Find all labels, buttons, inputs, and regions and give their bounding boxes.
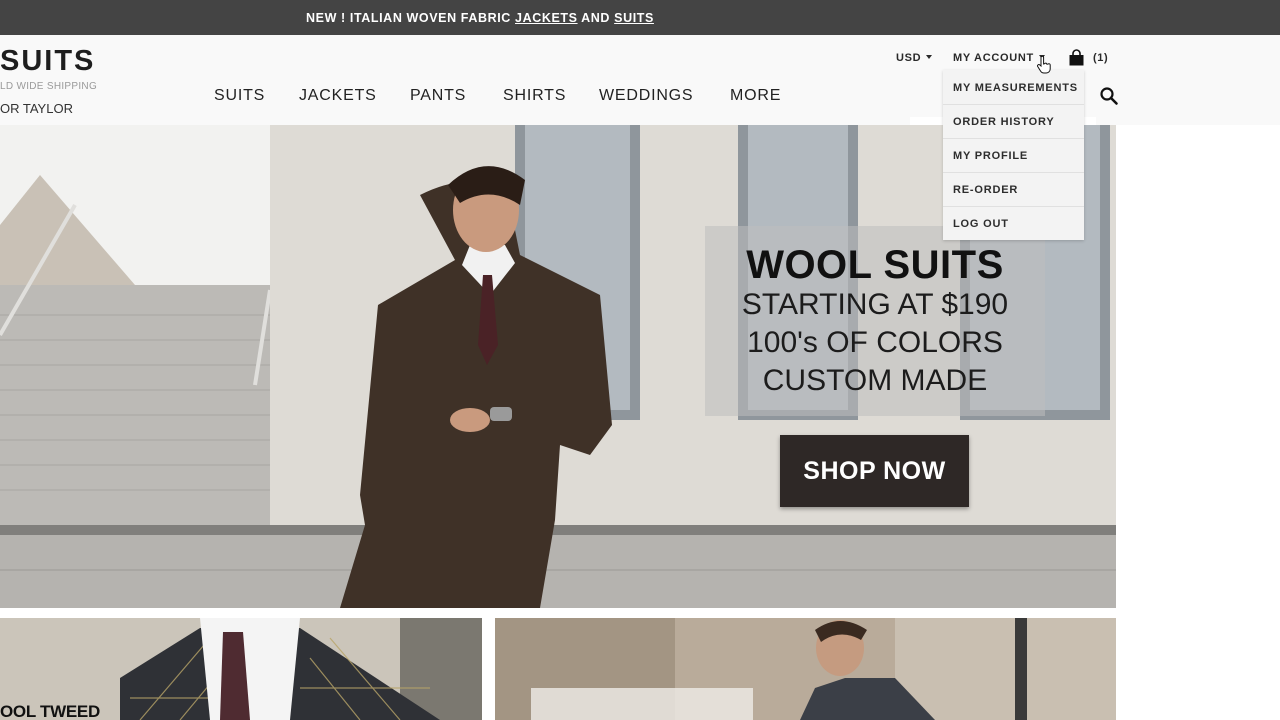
nav-item-suits[interactable]: SUITS — [214, 87, 265, 105]
logo-tagline-brand: OR TAYLOR — [0, 101, 73, 116]
hero-line-colors: 100's OF COLORS — [747, 326, 1003, 359]
nav-item-weddings[interactable]: WEDDINGS — [599, 87, 693, 105]
site-header: SUITS LD WIDE SHIPPING OR TAYLOR SUITS J… — [0, 35, 1280, 145]
promo-link-suits[interactable]: SUITS — [614, 11, 654, 25]
nav-item-more[interactable]: MORE — [730, 87, 781, 105]
promo-text: NEW ! ITALIAN WOVEN FABRIC JACKETS AND S… — [306, 11, 654, 25]
account-dropdown-menu: MY MEASUREMENTS ORDER HISTORY MY PROFILE… — [943, 70, 1084, 240]
cart-count[interactable]: (1) — [1093, 52, 1108, 64]
site-logo[interactable]: SUITS — [0, 45, 95, 78]
menu-item-re-order[interactable]: RE-ORDER — [953, 184, 1018, 196]
nav-item-shirts[interactable]: SHIRTS — [503, 87, 566, 105]
promo-bar: NEW ! ITALIAN WOVEN FABRIC JACKETS AND S… — [0, 0, 1280, 35]
promo-tile-street[interactable] — [495, 618, 1116, 720]
menu-item-log-out[interactable]: LOG OUT — [953, 218, 1009, 230]
menu-divider — [943, 104, 1084, 105]
menu-item-order-history[interactable]: ORDER HISTORY — [953, 116, 1054, 128]
logo-tagline-shipping: LD WIDE SHIPPING — [0, 81, 98, 92]
promo-tile-tweed[interactable]: OOL TWEED — [0, 618, 482, 720]
menu-divider — [943, 206, 1084, 207]
my-account-toggle[interactable]: MY ACCOUNT — [953, 52, 1045, 64]
hero-line-custom: CUSTOM MADE — [762, 364, 988, 397]
hero-title: WOOL SUITS — [746, 243, 1004, 287]
my-account-label: MY ACCOUNT — [953, 52, 1034, 64]
nav-item-jackets[interactable]: JACKETS — [299, 87, 377, 105]
shop-now-button[interactable]: SHOP NOW — [780, 435, 969, 507]
menu-divider — [943, 172, 1084, 173]
street-style-photo — [495, 618, 1116, 720]
shopping-bag-icon[interactable] — [1068, 49, 1085, 66]
menu-item-my-profile[interactable]: MY PROFILE — [953, 150, 1028, 162]
menu-divider — [943, 138, 1084, 139]
search-icon[interactable] — [1099, 86, 1119, 106]
caret-down-icon — [926, 55, 933, 59]
hero-line-price: STARTING AT $190 — [741, 288, 1009, 321]
promo-conjunction: AND — [577, 11, 615, 25]
tile-label-tweed: OOL TWEED — [0, 702, 100, 720]
currency-selector[interactable]: USD — [896, 52, 933, 64]
menu-item-my-measurements[interactable]: MY MEASUREMENTS — [953, 82, 1078, 94]
nav-item-pants[interactable]: PANTS — [410, 87, 466, 105]
promo-link-jackets[interactable]: JACKETS — [515, 11, 578, 25]
promo-prefix: NEW ! ITALIAN WOVEN FABRIC — [306, 11, 516, 25]
hand-pointer-icon — [1037, 56, 1051, 74]
currency-label: USD — [896, 52, 922, 64]
